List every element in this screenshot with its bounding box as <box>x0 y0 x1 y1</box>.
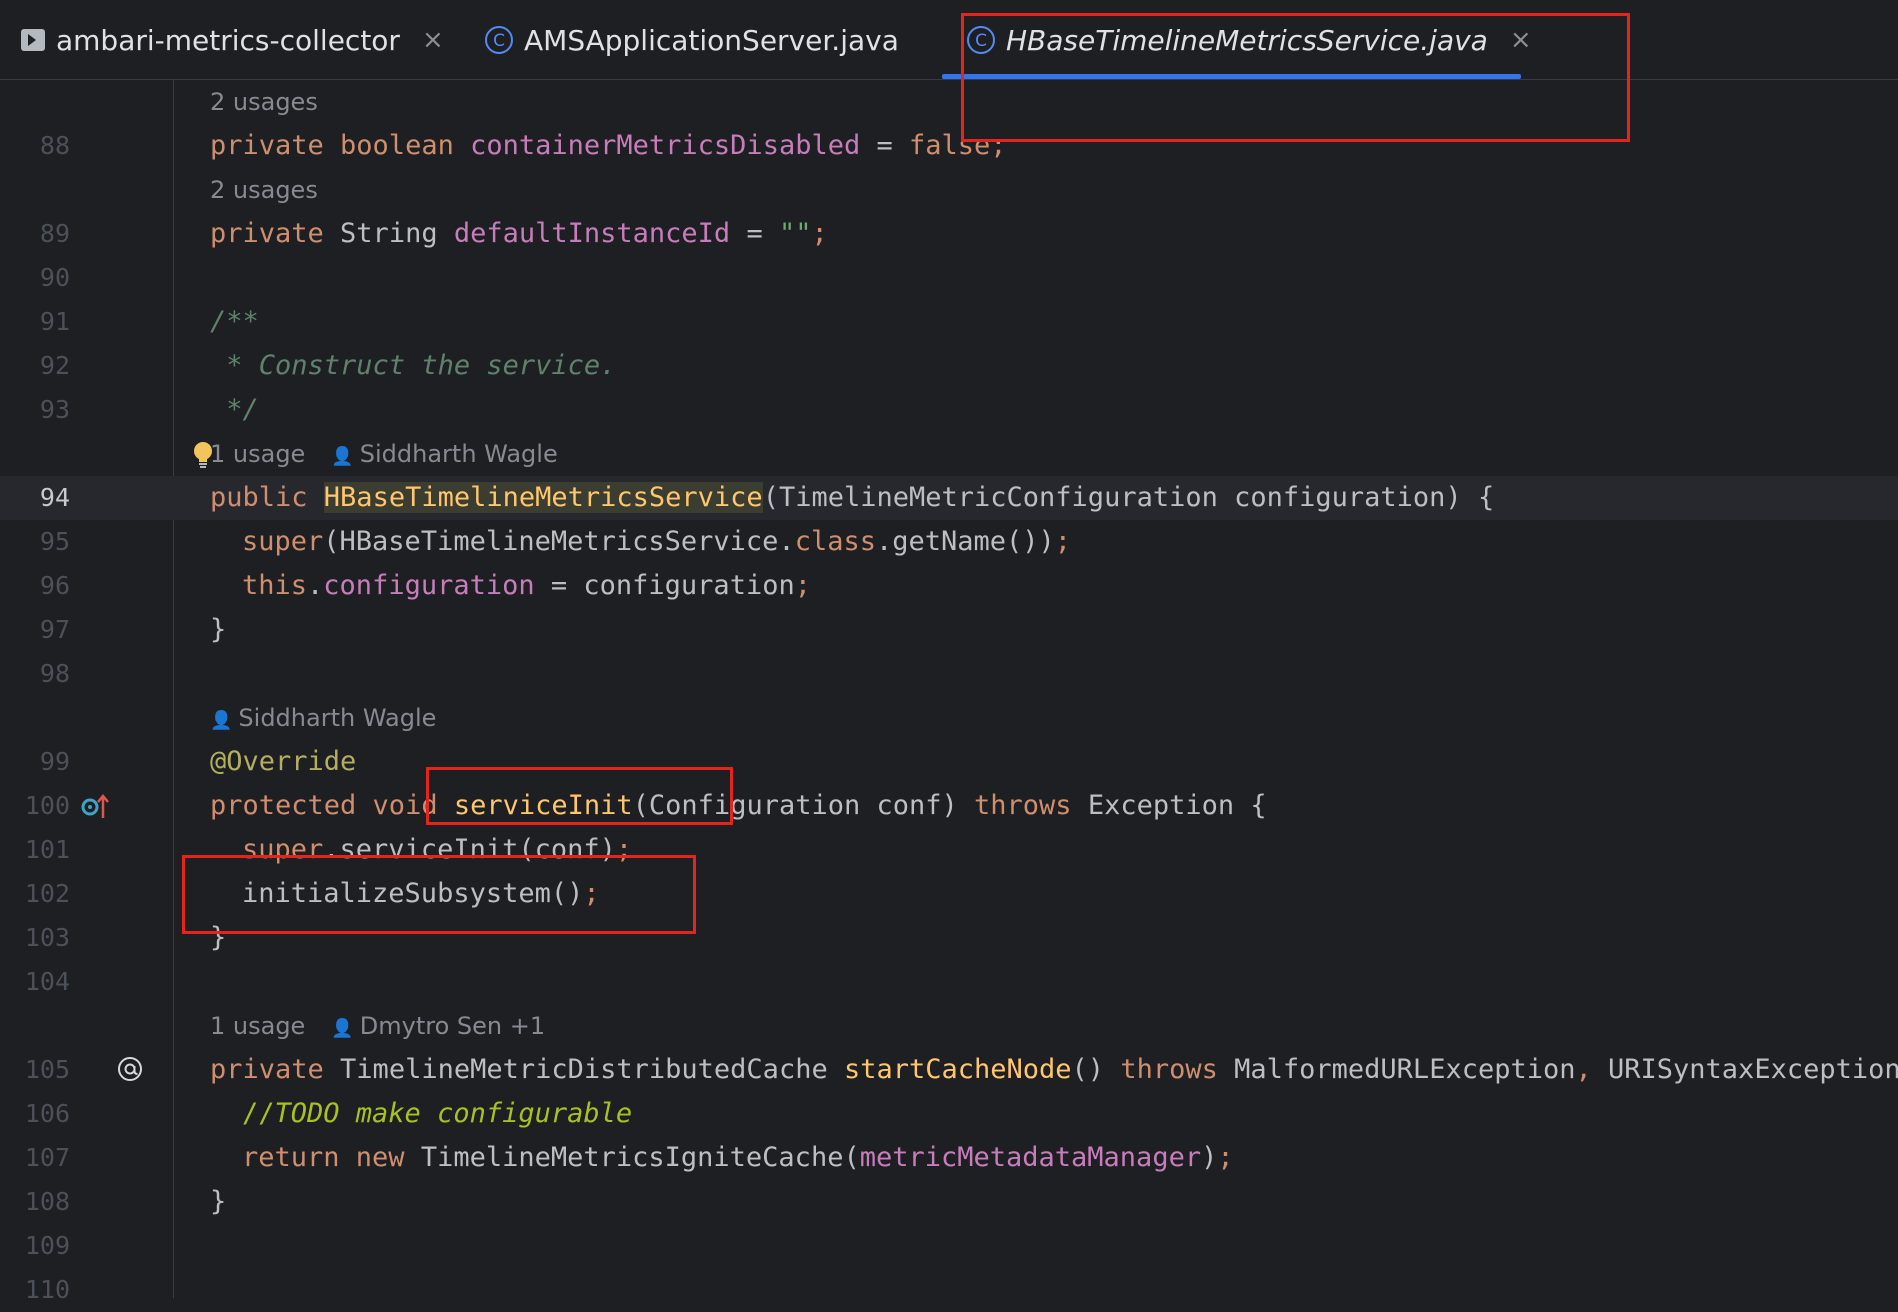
code-line: 110 <box>0 1268 1898 1304</box>
line-number: 90 <box>39 263 70 292</box>
line-number: 96 <box>39 571 70 600</box>
code-line: 93 */ <box>0 388 1898 432</box>
code-line: 108 } <box>0 1180 1898 1224</box>
code-text[interactable]: } <box>210 1180 226 1224</box>
line-number: 92 <box>39 351 70 380</box>
highlight-box-serviceInit <box>426 767 733 825</box>
code-line-current: 94 public HBaseTimelineMetricsService(Ti… <box>0 476 1898 520</box>
code-text[interactable]: this.configuration = configuration; <box>242 564 811 608</box>
line-number: 108 <box>24 1187 70 1216</box>
inlay-hint-row: 2 usages <box>0 168 1898 212</box>
class-c-icon: C <box>484 25 514 55</box>
doc-comment[interactable]: * Construct the service. <box>210 344 616 388</box>
code-text[interactable]: public HBaseTimelineMetricsService(Timel… <box>210 476 1494 520</box>
code-text[interactable]: private TimelineMetricDistributedCache s… <box>210 1048 1898 1092</box>
code-line: 109 <box>0 1224 1898 1268</box>
author-hint[interactable]: 👤 Siddharth Wagle <box>331 440 557 468</box>
line-number: 89 <box>39 219 70 248</box>
code-line: 100 protected void serviceInit(Configura… <box>0 784 1898 828</box>
code-line: 95 super(HBaseTimelineMetricsService.cla… <box>0 520 1898 564</box>
line-number: 93 <box>39 395 70 424</box>
line-number: 109 <box>24 1231 70 1260</box>
code-line: 89 private String defaultInstanceId = ""… <box>0 212 1898 256</box>
code-line: 99 @Override <box>0 740 1898 784</box>
at-sign-icon[interactable] <box>116 1055 144 1087</box>
svg-text:C: C <box>493 31 505 51</box>
usages-hint[interactable]: 1 usage <box>210 1012 305 1040</box>
code-text[interactable]: private boolean containerMetricsDisabled… <box>210 124 1007 168</box>
close-icon[interactable]: × <box>422 25 444 55</box>
inlay-hint-row: 1 usage 👤 Dmytro Sen +1 <box>0 1004 1898 1048</box>
line-number: 105 <box>24 1055 70 1084</box>
line-number: 106 <box>24 1099 70 1128</box>
code-line: 97 } <box>0 608 1898 652</box>
inlay-hint-row: 1 usage 👤 Siddharth Wagle <box>0 432 1898 476</box>
line-number: 103 <box>24 923 70 952</box>
todo-comment[interactable]: //TODO make configurable <box>242 1092 632 1136</box>
code-text[interactable]: super(HBaseTimelineMetricsService.class.… <box>242 520 1071 564</box>
usages-hint[interactable]: 2 usages <box>210 80 318 124</box>
code-line: 105 private TimelineMetricDistributedCac… <box>0 1048 1898 1092</box>
tab-label: ambari-metrics-collector <box>56 23 400 57</box>
line-number: 91 <box>39 307 70 336</box>
line-number: 95 <box>39 527 70 556</box>
usages-hint[interactable]: 2 usages <box>210 168 318 212</box>
annotation-override[interactable]: @Override <box>210 740 356 784</box>
usage-author-hint: 1 usage 👤 Dmytro Sen +1 <box>210 1004 545 1051</box>
highlight-box-active-tab <box>961 13 1630 142</box>
usage-author-hint: 1 usage 👤 Siddharth Wagle <box>210 432 558 479</box>
author-hint[interactable]: 👤 Siddharth Wagle <box>210 696 436 743</box>
code-editor[interactable]: 2 usages 88 private boolean containerMet… <box>0 80 1898 1304</box>
code-text[interactable]: } <box>210 608 226 652</box>
line-number: 99 <box>39 747 70 776</box>
code-line: 107 return new TimelineMetricsIgniteCach… <box>0 1136 1898 1180</box>
line-number: 97 <box>39 615 70 644</box>
highlight-box-initializeSubsystem <box>182 855 696 934</box>
line-number: 101 <box>24 835 70 864</box>
doc-comment[interactable]: /** <box>210 300 259 344</box>
code-line: 104 <box>0 960 1898 1004</box>
tab-label: AMSApplicationServer.java <box>524 23 899 57</box>
override-method-icon[interactable] <box>80 792 110 824</box>
tab-ambari-metrics-collector[interactable]: ambari-metrics-collector × <box>20 0 444 80</box>
code-line: 92 * Construct the service. <box>0 344 1898 388</box>
person-icon: 👤 <box>331 1018 354 1039</box>
tab-ams-application-server[interactable]: C AMSApplicationServer.java <box>484 0 899 80</box>
run-config-icon <box>20 28 46 52</box>
line-number: 102 <box>24 879 70 908</box>
line-number: 107 <box>24 1143 70 1172</box>
code-text[interactable]: private String defaultInstanceId = ""; <box>210 212 828 256</box>
code-text[interactable]: protected void serviceInit(Configuration… <box>210 784 1267 828</box>
code-line: 98 <box>0 652 1898 696</box>
code-line: 96 this.configuration = configuration; <box>0 564 1898 608</box>
line-number: 104 <box>24 967 70 996</box>
line-number: 110 <box>24 1275 70 1304</box>
author-hint[interactable]: 👤 Dmytro Sen +1 <box>331 1012 545 1040</box>
line-number: 100 <box>24 791 70 820</box>
line-number: 94 <box>39 483 70 512</box>
person-icon: 👤 <box>210 710 233 731</box>
code-line: 106 //TODO make configurable <box>0 1092 1898 1136</box>
code-text[interactable]: return new TimelineMetricsIgniteCache(me… <box>242 1136 1234 1180</box>
code-line: 90 <box>0 256 1898 300</box>
line-number: 98 <box>39 659 70 688</box>
person-icon: 👤 <box>331 446 354 467</box>
inlay-hint-row: 👤 Siddharth Wagle <box>0 696 1898 740</box>
line-number: 88 <box>39 131 70 160</box>
doc-comment[interactable]: */ <box>210 388 259 432</box>
code-line: 91 /** <box>0 300 1898 344</box>
usages-hint[interactable]: 1 usage <box>210 440 305 468</box>
